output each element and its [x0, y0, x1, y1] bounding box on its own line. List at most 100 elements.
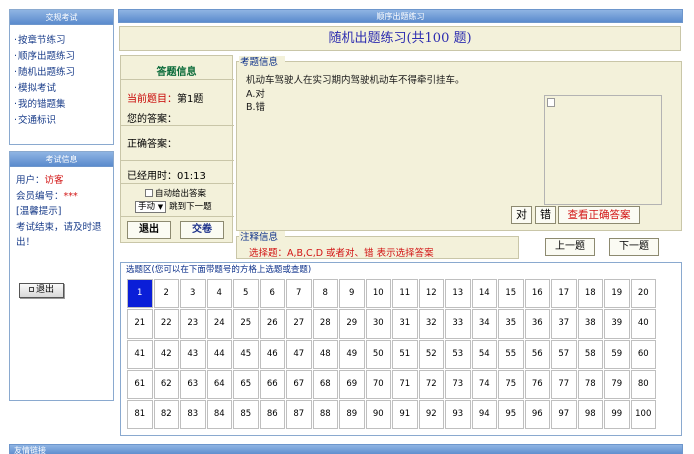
question-cell[interactable]: 8	[312, 279, 338, 309]
question-cell[interactable]: 73	[445, 369, 471, 400]
question-cell[interactable]: 78	[577, 369, 603, 400]
question-cell[interactable]: 89	[339, 400, 365, 430]
question-cell[interactable]: 69	[339, 369, 365, 400]
sidebar-item-mock-exam[interactable]: ·模拟考试	[14, 81, 113, 97]
question-cell[interactable]: 52	[418, 339, 444, 369]
question-cell[interactable]: 34	[471, 309, 497, 339]
question-cell[interactable]: 20	[630, 279, 656, 309]
logout-button[interactable]: 退出	[19, 283, 64, 298]
question-cell[interactable]: 84	[206, 400, 232, 430]
question-cell[interactable]: 46	[259, 339, 285, 369]
question-cell[interactable]: 44	[206, 339, 232, 369]
question-cell[interactable]: 66	[259, 369, 285, 400]
question-cell[interactable]: 26	[259, 309, 285, 339]
question-cell[interactable]: 60	[630, 339, 656, 369]
question-cell[interactable]: 88	[312, 400, 338, 430]
auto-answer-checkbox[interactable]: 自动给出答案	[145, 187, 206, 199]
question-cell[interactable]: 13	[445, 279, 471, 309]
sidebar-item-chapter-practice[interactable]: ·按章节练习	[14, 33, 113, 49]
question-cell[interactable]: 86	[259, 400, 285, 430]
question-cell[interactable]: 9	[339, 279, 365, 309]
option-a[interactable]: A.对	[246, 88, 465, 101]
question-cell[interactable]: 36	[524, 309, 550, 339]
sidebar-item-sequential-practice[interactable]: ·顺序出题练习	[14, 49, 113, 65]
submit-button[interactable]: 交卷	[180, 221, 224, 239]
question-cell[interactable]: 72	[418, 369, 444, 400]
question-cell[interactable]: 65	[233, 369, 259, 400]
question-cell[interactable]: 29	[339, 309, 365, 339]
question-cell[interactable]: 93	[445, 400, 471, 430]
question-cell[interactable]: 57	[551, 339, 577, 369]
question-cell[interactable]: 31	[392, 309, 418, 339]
show-answer-button[interactable]: 查看正确答案	[558, 206, 640, 224]
question-cell[interactable]: 2	[153, 279, 179, 309]
question-cell[interactable]: 17	[551, 279, 577, 309]
question-cell[interactable]: 32	[418, 309, 444, 339]
sidebar-item-wrong-questions[interactable]: ·我的错题集	[14, 97, 113, 113]
question-cell[interactable]: 54	[471, 339, 497, 369]
next-question-button[interactable]: 下一题	[609, 238, 659, 256]
question-cell[interactable]: 56	[524, 339, 550, 369]
question-cell[interactable]: 33	[445, 309, 471, 339]
question-cell[interactable]: 48	[312, 339, 338, 369]
question-cell[interactable]: 28	[312, 309, 338, 339]
question-cell[interactable]: 61	[127, 369, 153, 400]
question-cell[interactable]: 59	[604, 339, 630, 369]
question-cell[interactable]: 77	[551, 369, 577, 400]
question-cell[interactable]: 16	[524, 279, 550, 309]
question-cell[interactable]: 41	[127, 339, 153, 369]
question-cell[interactable]: 24	[206, 309, 232, 339]
question-cell[interactable]: 99	[604, 400, 630, 430]
question-cell[interactable]: 97	[551, 400, 577, 430]
question-cell[interactable]: 63	[180, 369, 206, 400]
prev-question-button[interactable]: 上一题	[545, 238, 595, 256]
question-cell[interactable]: 96	[524, 400, 550, 430]
question-cell[interactable]: 100	[630, 400, 656, 430]
question-cell[interactable]: 47	[286, 339, 312, 369]
question-cell[interactable]: 5	[233, 279, 259, 309]
question-cell[interactable]: 67	[286, 369, 312, 400]
question-cell[interactable]: 81	[127, 400, 153, 430]
question-cell[interactable]: 95	[498, 400, 524, 430]
question-cell[interactable]: 91	[392, 400, 418, 430]
question-cell[interactable]: 83	[180, 400, 206, 430]
question-cell[interactable]: 87	[286, 400, 312, 430]
question-cell[interactable]: 92	[418, 400, 444, 430]
question-cell[interactable]: 19	[604, 279, 630, 309]
exit-button[interactable]: 退出	[127, 221, 171, 239]
question-cell[interactable]: 45	[233, 339, 259, 369]
question-cell[interactable]: 50	[365, 339, 391, 369]
sidebar-item-traffic-signs[interactable]: ·交通标识	[14, 113, 113, 129]
question-cell[interactable]: 43	[180, 339, 206, 369]
question-cell[interactable]: 15	[498, 279, 524, 309]
mode-select[interactable]: 手动 ▼	[135, 201, 167, 213]
question-cell[interactable]: 6	[259, 279, 285, 309]
question-cell[interactable]: 76	[524, 369, 550, 400]
question-cell[interactable]: 71	[392, 369, 418, 400]
question-cell[interactable]: 22	[153, 309, 179, 339]
question-cell[interactable]: 68	[312, 369, 338, 400]
question-cell[interactable]: 40	[630, 309, 656, 339]
question-cell[interactable]: 55	[498, 339, 524, 369]
question-cell[interactable]: 21	[127, 309, 153, 339]
question-cell[interactable]: 82	[153, 400, 179, 430]
question-cell[interactable]: 75	[498, 369, 524, 400]
question-cell[interactable]: 98	[577, 400, 603, 430]
question-cell[interactable]: 3	[180, 279, 206, 309]
question-cell[interactable]: 18	[577, 279, 603, 309]
question-cell[interactable]: 37	[551, 309, 577, 339]
question-cell[interactable]: 7	[286, 279, 312, 309]
option-b[interactable]: B.错	[246, 101, 465, 114]
question-cell[interactable]: 23	[180, 309, 206, 339]
question-cell[interactable]: 94	[471, 400, 497, 430]
question-cell[interactable]: 10	[365, 279, 391, 309]
question-cell[interactable]: 4	[206, 279, 232, 309]
question-cell[interactable]: 38	[577, 309, 603, 339]
question-cell[interactable]: 79	[604, 369, 630, 400]
answer-true-button[interactable]: 对	[511, 206, 532, 224]
question-cell[interactable]: 27	[286, 309, 312, 339]
question-cell[interactable]: 39	[604, 309, 630, 339]
sidebar-item-random-practice[interactable]: ·随机出题练习	[14, 65, 113, 81]
question-cell[interactable]: 53	[445, 339, 471, 369]
question-cell[interactable]: 11	[392, 279, 418, 309]
